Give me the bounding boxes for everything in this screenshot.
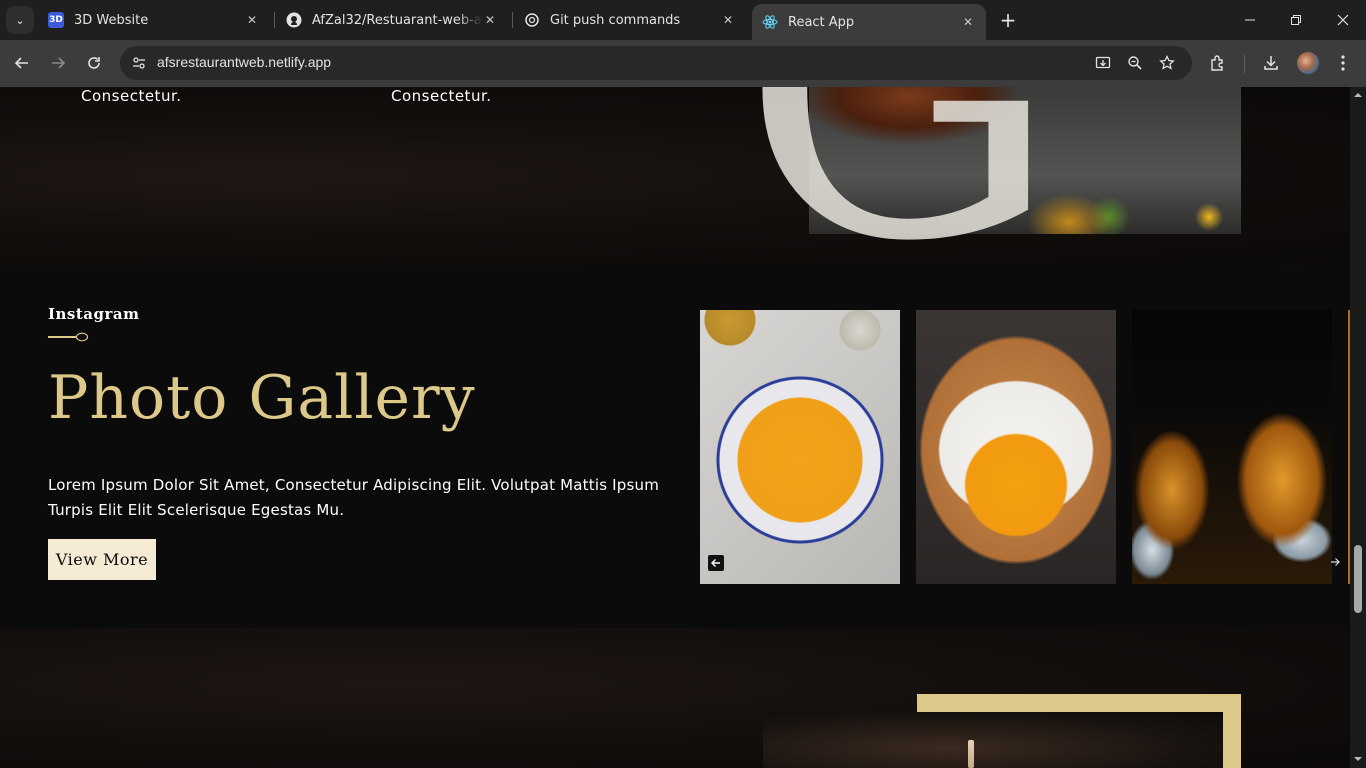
toolbar-separator <box>1244 55 1245 73</box>
feature-text-left: Consectetur. <box>81 87 182 105</box>
downloads-icon[interactable] <box>1258 50 1284 76</box>
tab-search-button[interactable]: ⌄ <box>6 6 34 34</box>
scroll-down-icon[interactable] <box>1354 755 1362 763</box>
browser-toolbar: afsrestaurantweb.netlify.app <box>0 40 1366 87</box>
gallery-image-soup[interactable] <box>700 310 900 584</box>
view-more-button[interactable]: View More <box>48 539 156 580</box>
close-icon[interactable]: ✕ <box>482 12 498 28</box>
arrow-left-icon <box>711 559 720 567</box>
scrollbar-thumb[interactable] <box>1354 545 1362 613</box>
section-sub-label: Instagram <box>48 305 140 323</box>
carousel-prev-button[interactable] <box>708 555 724 571</box>
gallery-description: Lorem Ipsum Dolor Sit Amet, Consectetur … <box>48 476 660 519</box>
tab-title: React App <box>788 14 855 30</box>
specials-section: Consectetur. Consectetur. G <box>0 87 1350 297</box>
bookmark-star-icon[interactable] <box>1156 52 1178 74</box>
minimize-icon <box>1245 19 1255 21</box>
page-scrollbar[interactable] <box>1350 87 1366 768</box>
tab-3d-website[interactable]: 3D 3D Website ✕ <box>38 4 270 36</box>
scroll-up-icon[interactable] <box>1354 91 1362 99</box>
restore-button[interactable] <box>1280 6 1312 34</box>
react-icon <box>762 14 778 30</box>
gallery-image-whisky[interactable] <box>1132 310 1332 584</box>
site-info-icon[interactable] <box>128 52 150 74</box>
tab-title: AfZal32/Restuarant-web-applic <box>312 12 482 28</box>
openai-icon <box>524 12 540 28</box>
back-button[interactable] <box>7 48 37 78</box>
next-section-image <box>763 712 1223 768</box>
feature-text-right: Consectetur. <box>391 87 492 105</box>
minimize-button[interactable] <box>1234 6 1266 34</box>
address-bar[interactable]: afsrestaurantweb.netlify.app <box>120 46 1192 80</box>
profile-avatar[interactable] <box>1297 52 1319 74</box>
3d-favicon-icon: 3D <box>48 12 64 28</box>
tab-title: 3D Website <box>74 12 149 28</box>
tab-react-app[interactable]: React App ✕ <box>752 4 986 40</box>
reload-button[interactable] <box>79 48 109 78</box>
extensions-icon[interactable] <box>1205 50 1231 76</box>
address-url[interactable]: afsrestaurantweb.netlify.app <box>157 54 331 70</box>
close-icon[interactable]: ✕ <box>244 12 260 28</box>
close-icon[interactable]: ✕ <box>960 14 976 30</box>
tab-title: Git push commands <box>550 12 681 28</box>
arrow-left-icon <box>14 57 28 69</box>
new-tab-button[interactable]: + <box>996 8 1020 32</box>
window-close-button[interactable] <box>1327 6 1359 34</box>
forward-button[interactable] <box>43 48 73 78</box>
install-app-icon[interactable] <box>1092 52 1114 74</box>
chevron-down-icon: ⌄ <box>15 13 25 27</box>
page-viewport: Consectetur. Consectetur. G Instagram Ph… <box>0 87 1350 768</box>
tab-separator <box>274 12 275 28</box>
tab-git-push[interactable]: Git push commands ✕ <box>514 4 746 36</box>
github-icon <box>286 12 302 28</box>
tab-strip: ⌄ 3D 3D Website ✕ AfZal32/Restuarant-web… <box>0 0 1366 40</box>
close-icon <box>1337 14 1349 26</box>
restore-icon <box>1291 15 1301 25</box>
gallery-image-egg[interactable] <box>916 310 1116 584</box>
arrow-right-icon <box>52 57 66 69</box>
page-title: Photo Gallery <box>48 363 476 433</box>
tab-github[interactable]: AfZal32/Restuarant-web-applic ✕ <box>276 4 508 36</box>
next-section-image-detail <box>968 740 974 768</box>
reload-icon <box>88 57 100 69</box>
menu-dots-icon[interactable] <box>1330 50 1356 76</box>
close-icon[interactable]: ✕ <box>720 12 736 28</box>
carousel-next-button[interactable] <box>1328 555 1342 569</box>
arrow-right-icon <box>1331 558 1340 566</box>
tab-separator <box>512 12 513 28</box>
spoon-divider-icon <box>48 332 88 342</box>
zoom-icon[interactable] <box>1124 52 1146 74</box>
